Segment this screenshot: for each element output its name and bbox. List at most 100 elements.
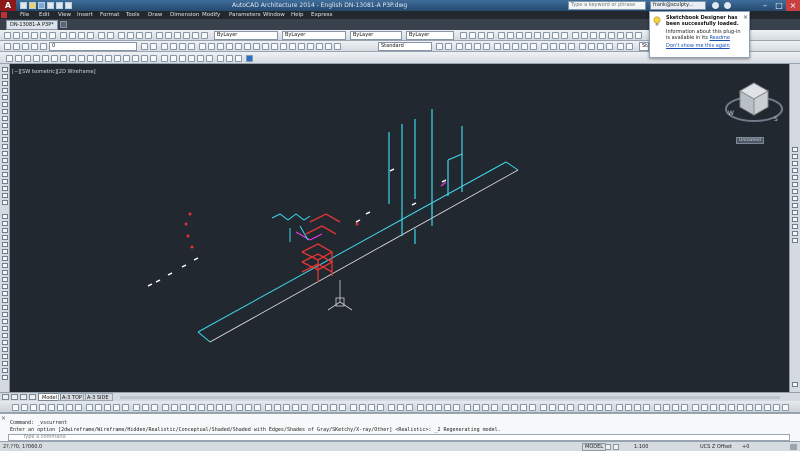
revcloud-icon[interactable]	[2, 116, 8, 121]
3dmove-icon[interactable]	[162, 404, 169, 411]
snap-from-icon[interactable]	[15, 55, 22, 62]
undo-icon[interactable]	[56, 2, 63, 9]
dim-aec-icon[interactable]	[587, 404, 594, 411]
explode-left-icon[interactable]	[2, 319, 8, 324]
presspull-icon[interactable]	[95, 404, 102, 411]
viewcube[interactable]: W S	[722, 75, 786, 145]
redo-tool-icon[interactable]	[107, 32, 114, 39]
markup-icon[interactable]	[192, 32, 199, 39]
rt-scroll-icon[interactable]	[792, 382, 798, 387]
array-left-icon[interactable]	[2, 242, 8, 247]
trim-left-icon[interactable]	[2, 277, 8, 282]
wall-icon[interactable]	[417, 404, 424, 411]
matchprop-icon[interactable]	[87, 32, 94, 39]
ucs-zaxis-icon[interactable]	[197, 55, 204, 62]
ortho-icon[interactable]	[460, 32, 467, 39]
fillet-icon[interactable]	[325, 43, 332, 50]
osnap-icon[interactable]	[478, 32, 485, 39]
file-tab[interactable]: DN-13081-A P3P*	[6, 20, 58, 30]
rotate-icon[interactable]	[253, 43, 260, 50]
properties-left-icon[interactable]	[2, 326, 8, 331]
print-icon[interactable]	[47, 2, 54, 9]
ellipse-arc-icon[interactable]	[2, 137, 8, 142]
rt-move-icon[interactable]	[792, 182, 798, 187]
make-block-icon[interactable]	[2, 151, 8, 156]
text-tool-icon[interactable]	[626, 32, 633, 39]
ucs-menu-button[interactable]: Unnamed	[736, 137, 764, 144]
quick-view-layouts-icon[interactable]	[605, 444, 611, 450]
tool-k-icon[interactable]	[782, 404, 789, 411]
area-left-icon[interactable]	[2, 354, 8, 359]
beam-icon[interactable]	[482, 404, 489, 411]
snap-extension-icon[interactable]	[60, 55, 67, 62]
open-icon[interactable]	[29, 2, 36, 9]
tool-i-icon[interactable]	[764, 404, 771, 411]
space-icon[interactable]	[502, 404, 509, 411]
last-tab-icon[interactable]	[29, 394, 36, 400]
union-icon[interactable]	[133, 404, 140, 411]
chamfer-icon[interactable]	[316, 43, 323, 50]
help-icon[interactable]	[724, 2, 731, 9]
image-icon[interactable]	[681, 404, 688, 411]
tab-a3-top[interactable]: A-3 TOP	[58, 393, 86, 401]
break-icon[interactable]	[298, 43, 305, 50]
visual-style-realistic-icon[interactable]	[235, 55, 242, 62]
pline-tool-icon[interactable]	[581, 32, 588, 39]
isolate-icon[interactable]	[397, 404, 404, 411]
torus-icon[interactable]	[57, 404, 64, 411]
snap-node-icon[interactable]	[123, 55, 130, 62]
rectangle-icon[interactable]	[2, 95, 8, 100]
construction-line-icon[interactable]	[2, 74, 8, 79]
layer-freeze-icon[interactable]	[179, 43, 186, 50]
stretch-left-icon[interactable]	[2, 270, 8, 275]
layer-state-icon[interactable]	[13, 43, 20, 50]
close-notification-button[interactable]: ×	[743, 14, 748, 21]
visual-style-wire-icon[interactable]	[217, 55, 224, 62]
sheet-icon[interactable]	[616, 404, 623, 411]
fillet-left-icon[interactable]	[2, 312, 8, 317]
prev-tab-icon[interactable]	[11, 394, 18, 400]
rt-stretch-icon[interactable]	[792, 203, 798, 208]
mesh-box-icon[interactable]	[312, 404, 319, 411]
paste-icon[interactable]	[78, 32, 85, 39]
tool-b-icon[interactable]	[701, 404, 708, 411]
menu-help[interactable]: Help	[291, 11, 304, 19]
osnap-settings-icon[interactable]	[150, 55, 157, 62]
lightbulb-icon[interactable]	[22, 43, 29, 50]
extrude-icon[interactable]	[86, 404, 93, 411]
close-button[interactable]: ×	[786, 0, 800, 11]
layer-manager-icon[interactable]	[4, 43, 11, 50]
add-selected-icon[interactable]	[2, 200, 8, 205]
command-input[interactable]: Type a command	[8, 434, 790, 441]
chamfer-left-icon[interactable]	[2, 305, 8, 310]
extract-edges-icon[interactable]	[236, 404, 243, 411]
close-command-icon[interactable]: ×	[1, 416, 7, 422]
match-left-icon[interactable]	[2, 333, 8, 338]
layer-isolate-icon[interactable]	[161, 43, 168, 50]
tool-c-icon[interactable]	[710, 404, 717, 411]
dim-linear-icon[interactable]	[498, 32, 505, 39]
view-left-icon[interactable]	[597, 43, 604, 50]
user-signin[interactable]: frank@sculpty...	[650, 1, 706, 10]
ucs-world-icon[interactable]	[550, 43, 557, 50]
next-tab-icon[interactable]	[20, 394, 27, 400]
ucs-apply-icon[interactable]	[206, 55, 213, 62]
ucs-z-icon[interactable]	[188, 55, 195, 62]
tool-d-icon[interactable]	[719, 404, 726, 411]
dim-ordinate-icon[interactable]	[525, 32, 532, 39]
coordinates-readout[interactable]: 2?,??0, 1?060.0	[3, 444, 42, 450]
elevation-icon[interactable]	[549, 404, 556, 411]
design-center-icon[interactable]	[165, 32, 172, 39]
annotation-visibility-icon[interactable]	[445, 43, 452, 50]
properties-icon[interactable]	[156, 32, 163, 39]
menu-format[interactable]: Format	[100, 11, 119, 19]
quick-view-drawings-icon[interactable]	[613, 444, 619, 450]
rt-extend-icon[interactable]	[792, 217, 798, 222]
ucs-view-icon[interactable]	[568, 43, 575, 50]
section-plane-icon[interactable]	[245, 404, 252, 411]
menu-draw[interactable]: Draw	[148, 11, 162, 19]
insert-block-icon[interactable]	[2, 144, 8, 149]
move-icon[interactable]	[244, 43, 251, 50]
batch-plot-icon[interactable]	[643, 404, 650, 411]
annotation-scale-icon[interactable]	[436, 43, 443, 50]
